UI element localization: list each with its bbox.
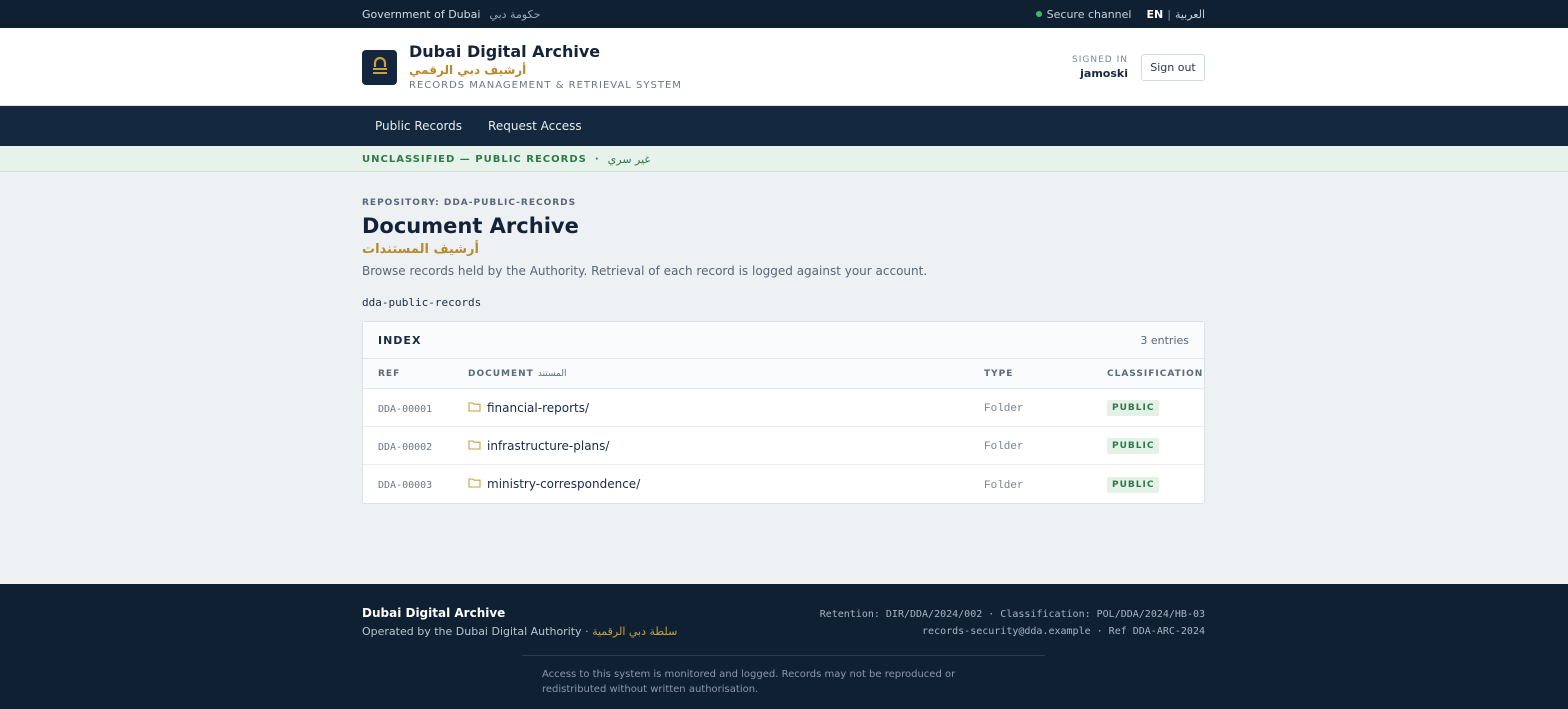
main-nav: Public Records Request Access (0, 106, 1568, 146)
table-row[interactable]: DDA-00003 ministry-correspondence/ Folde… (363, 465, 1204, 503)
site-footer: Dubai Digital Archive Operated by the Du… (0, 584, 1568, 709)
row-type: Folder (984, 403, 1024, 415)
secure-status-dot-icon (1035, 11, 1042, 17)
top-bar: Government of Dubai حكومة دبي Secure chan… (0, 0, 1568, 28)
site-title-ar: أرشيف دبي الرقمي (409, 62, 527, 77)
main-content: REPOSITORY: DDA-PUBLIC-RECORDS Document … (0, 172, 1568, 584)
folder-icon (468, 477, 481, 491)
table-row[interactable]: DDA-00001 financial-reports/ Folder PUBL… (363, 389, 1204, 427)
column-header-classification: CLASSIFICATION (1107, 368, 1204, 379)
sign-out-button[interactable]: Sign out (1141, 53, 1205, 81)
nav-item-public-records[interactable]: Public Records (362, 106, 475, 146)
classification-badge: PUBLIC (1107, 476, 1160, 493)
brand[interactable]: Dubai Digital Archive أرشيف دبي الرقمي R… (362, 42, 682, 93)
row-type: Folder (984, 441, 1024, 453)
nav-item-request-access[interactable]: Request Access (475, 106, 595, 146)
repository-label: REPOSITORY: DDA-PUBLIC-RECORDS (362, 198, 577, 208)
folder-icon (468, 401, 481, 415)
document-link[interactable]: infrastructure-plans/ (487, 439, 609, 453)
footer-site-name: Dubai Digital Archive (362, 606, 506, 620)
folder-icon (468, 439, 481, 453)
secure-channel-label: Secure channel (1046, 7, 1132, 21)
government-label: Government of Dubai (362, 7, 481, 21)
footer-operator: Operated by the Dubai Digital Authority … (362, 625, 677, 638)
row-ref: DDA-00003 (378, 480, 433, 491)
site-header: Dubai Digital Archive أرشيف دبي الرقمي R… (0, 28, 1568, 106)
column-header-ref: REF (378, 368, 401, 379)
classification-banner: UNCLASSIFIED — PUBLIC RECORDS · غير سري (0, 146, 1568, 172)
row-ref: DDA-00001 (378, 403, 433, 415)
page-description: Browse records held by the Authority. Re… (362, 264, 928, 278)
column-header-document-ar: المستند (537, 368, 567, 379)
footer-operator-label: Operated by the Dubai Digital Authority (362, 625, 582, 638)
classification-label-ar: غير سري (607, 152, 651, 166)
footer-divider (522, 655, 1045, 656)
column-header-document: DOCUMENT المستند (468, 369, 984, 379)
classification-badge: PUBLIC (1107, 400, 1160, 416)
column-header-document-label: DOCUMENT (468, 368, 534, 379)
document-link[interactable]: ministry-correspondence/ (487, 477, 640, 491)
document-link[interactable]: financial-reports/ (487, 401, 589, 415)
site-subtitle: RECORDS MANAGEMENT & RETRIEVAL SYSTEM (409, 79, 682, 91)
table-header: REF DOCUMENT المستند TYPE CLASSIFICATION (363, 359, 1204, 389)
government-label-ar: حكومة دبي (489, 7, 541, 21)
footer-retention: Retention: DIR/DDA/2024/002 · Classifica… (819, 609, 1205, 620)
signed-in-username: jamoski (1080, 66, 1128, 80)
table-row[interactable]: DDA-00002 infrastructure-plans/ Folder P… (363, 427, 1204, 465)
repository-code: dda-public-records (362, 296, 482, 309)
language-ar-link[interactable]: العربية (1175, 8, 1205, 21)
footer-separator: · (585, 625, 589, 638)
footer-contact[interactable]: records-security@dda.example · Ref DDA-A… (820, 623, 1205, 640)
language-en-link[interactable]: EN (1146, 8, 1163, 21)
footer-notice: Access to this system is monitored and l… (542, 669, 956, 695)
column-header-type: TYPE (984, 368, 1014, 379)
index-entry-count: 3 entries (1140, 333, 1189, 347)
row-type: Folder (984, 479, 1024, 492)
page-title: Document Archive (362, 214, 579, 238)
language-separator: | (1167, 7, 1171, 21)
page-title-ar: أرشيف المستندات (362, 242, 479, 257)
classification-separator: · (594, 153, 600, 165)
footer-operator-ar: سلطة دبي الرقمية (592, 625, 678, 638)
row-ref: DDA-00002 (378, 441, 433, 453)
archive-lock-icon (362, 49, 397, 85)
site-title: Dubai Digital Archive (409, 41, 601, 61)
index-title: INDEX (378, 333, 422, 347)
index-table: INDEX 3 entries REF DOCUMENT المستند TYPE… (362, 321, 1205, 504)
classification-label: UNCLASSIFIED — PUBLIC RECORDS (362, 153, 587, 165)
signed-in-label: SIGNED IN (1072, 54, 1128, 65)
classification-badge: PUBLIC (1107, 438, 1160, 454)
government-label-group: Government of Dubai حكومة دبي (362, 8, 540, 21)
